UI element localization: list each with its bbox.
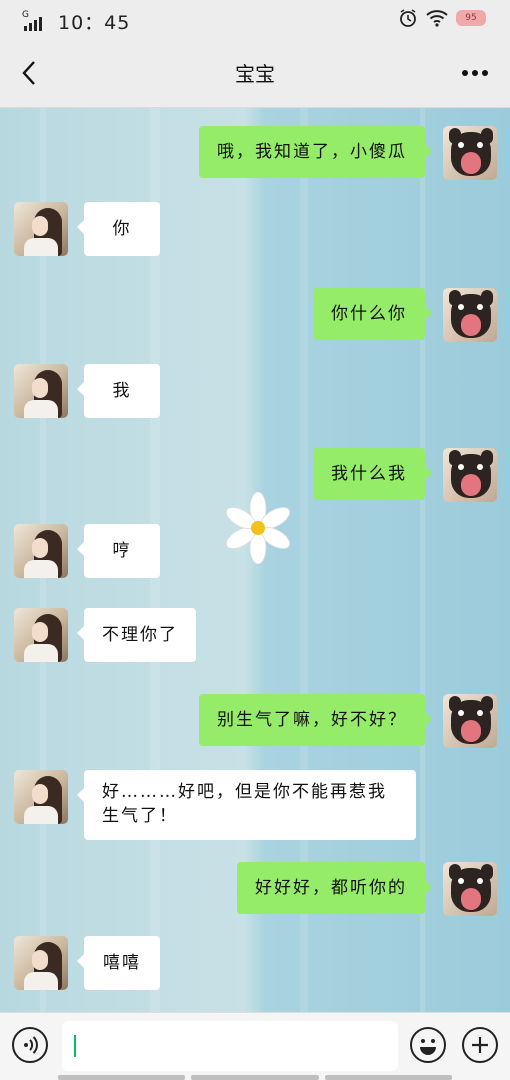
received-bubble[interactable]: 好………好吧，但是你不能再惹我生气了！	[77, 770, 416, 840]
sent-bubble[interactable]: 你什么你	[313, 288, 432, 340]
contact-avatar[interactable]	[14, 524, 68, 578]
my-avatar[interactable]	[443, 288, 497, 342]
sent-bubble[interactable]: 哦，我知道了，小傻瓜	[199, 126, 432, 178]
plus-button[interactable]	[462, 1027, 498, 1063]
my-avatar[interactable]	[443, 126, 497, 180]
alarm-icon	[400, 9, 416, 27]
my-avatar[interactable]	[443, 448, 497, 502]
sent-bubble[interactable]: 我什么我	[313, 448, 432, 500]
emoji-button[interactable]	[410, 1027, 446, 1063]
input-toolbar	[0, 1012, 510, 1080]
chat-title: 宝宝	[235, 62, 275, 86]
contact-avatar[interactable]	[14, 202, 68, 256]
text-caret	[74, 1035, 76, 1057]
battery-indicator: 95	[456, 10, 486, 26]
contact-avatar[interactable]	[14, 608, 68, 662]
voice-icon	[24, 1036, 38, 1054]
signal-icon: G	[22, 9, 44, 31]
message-input[interactable]	[62, 1021, 398, 1071]
received-bubble[interactable]: 不理你了	[77, 608, 196, 662]
chat-messages[interactable]: 哦，我知道了，小傻瓜 你 你什么你 我 我什么我 哼 不理你了 别生气了嘛，好不…	[0, 108, 510, 1012]
contact-avatar[interactable]	[14, 770, 68, 824]
received-bubble[interactable]: 你	[77, 202, 160, 256]
status-time: 10：45	[58, 12, 131, 34]
more-button[interactable]	[458, 60, 492, 86]
plus-icon	[472, 1037, 488, 1053]
voice-button[interactable]	[12, 1027, 48, 1063]
chat-header: 宝宝	[0, 38, 510, 108]
daisy-sticker	[225, 492, 291, 564]
sent-bubble[interactable]: 别生气了嘛，好不好？	[199, 694, 432, 746]
contact-avatar[interactable]	[14, 364, 68, 418]
status-bar: G 10：45 95	[0, 0, 510, 38]
network-type: G	[22, 9, 29, 20]
my-avatar[interactable]	[443, 694, 497, 748]
received-bubble[interactable]: 嘻嘻	[77, 936, 160, 990]
emoji-icon	[420, 1039, 436, 1055]
received-bubble[interactable]: 我	[77, 364, 160, 418]
wifi-icon	[426, 10, 448, 27]
home-indicator	[58, 1075, 452, 1080]
sent-bubble[interactable]: 好好好，都听你的	[237, 862, 432, 914]
more-dots-icon	[462, 70, 488, 76]
contact-avatar[interactable]	[14, 936, 68, 990]
received-bubble[interactable]: 哼	[77, 524, 160, 578]
my-avatar[interactable]	[443, 862, 497, 916]
